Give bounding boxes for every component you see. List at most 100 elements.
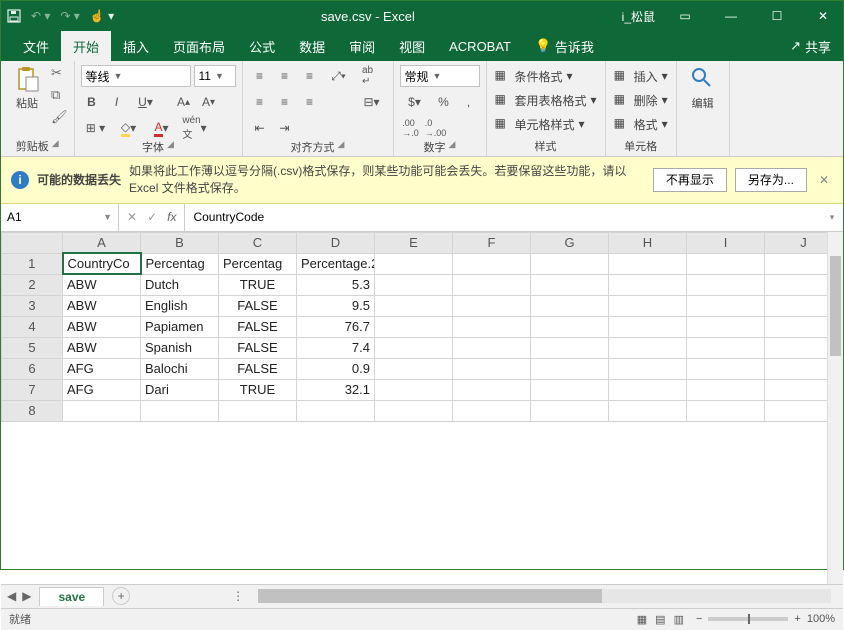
tab-review[interactable]: 审阅 bbox=[337, 31, 387, 61]
share-button[interactable]: ↗共享 bbox=[778, 31, 843, 61]
tab-data[interactable]: 数据 bbox=[287, 31, 337, 61]
normal-view-icon[interactable]: ▦ bbox=[637, 613, 647, 626]
copy-icon[interactable]: ⧉ bbox=[51, 87, 68, 103]
touch-icon[interactable]: ☝ ▾ bbox=[90, 9, 114, 23]
horizontal-scrollbar[interactable] bbox=[258, 589, 831, 603]
cell[interactable] bbox=[687, 295, 765, 316]
cell[interactable] bbox=[375, 253, 453, 274]
align-left-icon[interactable]: ≡ bbox=[249, 91, 271, 113]
redo-icon[interactable]: ↷ ▾ bbox=[60, 9, 79, 23]
ribbon-options-icon[interactable]: ▭ bbox=[671, 9, 699, 23]
font-name-combo[interactable]: 等线▼ bbox=[81, 65, 191, 87]
save-icon[interactable] bbox=[7, 9, 21, 23]
cell[interactable] bbox=[609, 379, 687, 400]
name-box[interactable]: A1▼ bbox=[1, 204, 119, 231]
spreadsheet-grid[interactable]: ABCDEFGHIJ1CountryCoPercentagPercentagPe… bbox=[1, 232, 843, 584]
paste-button[interactable]: 粘贴 bbox=[7, 65, 47, 111]
tab-home[interactable]: 开始 bbox=[61, 31, 111, 61]
maximize-icon[interactable]: ☐ bbox=[763, 9, 791, 23]
sheet-tab[interactable]: save bbox=[39, 587, 104, 606]
row-header[interactable]: 3 bbox=[2, 295, 63, 316]
cell[interactable] bbox=[453, 316, 531, 337]
cell[interactable]: 9.5 bbox=[297, 295, 375, 316]
cell[interactable] bbox=[453, 253, 531, 274]
percent-icon[interactable]: % bbox=[433, 91, 455, 113]
cell[interactable]: Dutch bbox=[141, 274, 219, 295]
cell[interactable] bbox=[687, 379, 765, 400]
cell[interactable] bbox=[453, 295, 531, 316]
increase-font-icon[interactable]: A▴ bbox=[173, 91, 195, 113]
col-header[interactable]: I bbox=[687, 232, 765, 253]
cell[interactable] bbox=[687, 358, 765, 379]
zoom-in-icon[interactable]: + bbox=[794, 613, 800, 625]
cell[interactable] bbox=[453, 379, 531, 400]
decrease-decimal-icon[interactable]: .0→.00 bbox=[425, 117, 447, 139]
fill-color-button[interactable]: ◇ ▾ bbox=[114, 117, 144, 139]
tab-split-icon[interactable]: ⋮ bbox=[232, 589, 244, 603]
italic-button[interactable]: I bbox=[106, 91, 128, 113]
phonetic-button[interactable]: wén文 ▾ bbox=[180, 117, 210, 139]
cell[interactable]: 0.9 bbox=[297, 358, 375, 379]
cell[interactable]: English bbox=[141, 295, 219, 316]
cell[interactable] bbox=[531, 295, 609, 316]
cell[interactable] bbox=[375, 337, 453, 358]
delete-cells-button[interactable]: ▦删除 ▾ bbox=[612, 89, 670, 111]
cell[interactable]: ABW bbox=[63, 295, 141, 316]
find-button[interactable]: 编辑 bbox=[683, 65, 723, 111]
cell[interactable] bbox=[687, 400, 765, 421]
tab-file[interactable]: 文件 bbox=[11, 31, 61, 61]
dialog-launcher-icon[interactable]: ◢ bbox=[449, 139, 456, 155]
new-sheet-icon[interactable]: + bbox=[112, 587, 130, 605]
align-center-icon[interactable]: ≡ bbox=[274, 91, 296, 113]
expand-formula-icon[interactable]: ▾ bbox=[821, 204, 843, 231]
cell[interactable] bbox=[687, 253, 765, 274]
dialog-launcher-icon[interactable]: ◢ bbox=[167, 139, 174, 155]
prev-sheet-icon[interactable]: ◀ bbox=[7, 589, 16, 603]
border-button[interactable]: ⊞ ▾ bbox=[81, 117, 111, 139]
bold-button[interactable]: B bbox=[81, 91, 103, 113]
orientation-icon[interactable]: ⤢▾ bbox=[324, 65, 354, 87]
cell[interactable] bbox=[375, 274, 453, 295]
cell[interactable]: Dari bbox=[141, 379, 219, 400]
close-icon[interactable]: ✕ bbox=[809, 9, 837, 23]
cell[interactable]: Spanish bbox=[141, 337, 219, 358]
increase-indent-icon[interactable]: ⇥ bbox=[274, 117, 296, 139]
align-bottom-icon[interactable]: ≡ bbox=[299, 65, 321, 87]
cell[interactable] bbox=[375, 295, 453, 316]
cell[interactable] bbox=[609, 274, 687, 295]
cell[interactable]: FALSE bbox=[219, 295, 297, 316]
cell[interactable]: AFG bbox=[63, 358, 141, 379]
formula-input[interactable]: CountryCode bbox=[185, 204, 821, 231]
row-header[interactable]: 4 bbox=[2, 316, 63, 337]
increase-decimal-icon[interactable]: .00→.0 bbox=[400, 117, 422, 139]
cell[interactable]: TRUE bbox=[219, 379, 297, 400]
col-header[interactable]: D bbox=[297, 232, 375, 253]
cell[interactable] bbox=[609, 337, 687, 358]
dismiss-button[interactable]: 不再显示 bbox=[653, 168, 727, 192]
tab-view[interactable]: 视图 bbox=[387, 31, 437, 61]
table-format-button[interactable]: ▦套用表格格式 ▾ bbox=[493, 89, 599, 111]
select-all-corner[interactable] bbox=[2, 232, 63, 253]
insert-cells-button[interactable]: ▦插入 ▾ bbox=[612, 65, 670, 87]
undo-icon[interactable]: ↶ ▾ bbox=[31, 9, 50, 23]
cut-icon[interactable]: ✂ bbox=[51, 65, 68, 81]
cell[interactable] bbox=[531, 316, 609, 337]
cell[interactable] bbox=[687, 316, 765, 337]
cell[interactable] bbox=[63, 400, 141, 421]
dialog-launcher-icon[interactable]: ◢ bbox=[52, 138, 59, 154]
cell[interactable]: FALSE bbox=[219, 358, 297, 379]
cell[interactable] bbox=[609, 295, 687, 316]
cell[interactable] bbox=[375, 400, 453, 421]
row-header[interactable]: 5 bbox=[2, 337, 63, 358]
format-painter-icon[interactable]: 🖌 bbox=[51, 109, 68, 125]
cell[interactable]: ABW bbox=[63, 274, 141, 295]
cell[interactable] bbox=[531, 379, 609, 400]
align-right-icon[interactable]: ≡ bbox=[299, 91, 321, 113]
cell[interactable] bbox=[375, 316, 453, 337]
row-header[interactable]: 7 bbox=[2, 379, 63, 400]
zoom-level[interactable]: 100% bbox=[807, 613, 835, 625]
row-header[interactable]: 1 bbox=[2, 253, 63, 274]
cell[interactable] bbox=[141, 400, 219, 421]
row-header[interactable]: 2 bbox=[2, 274, 63, 295]
cell[interactable]: CountryCo bbox=[63, 253, 141, 274]
